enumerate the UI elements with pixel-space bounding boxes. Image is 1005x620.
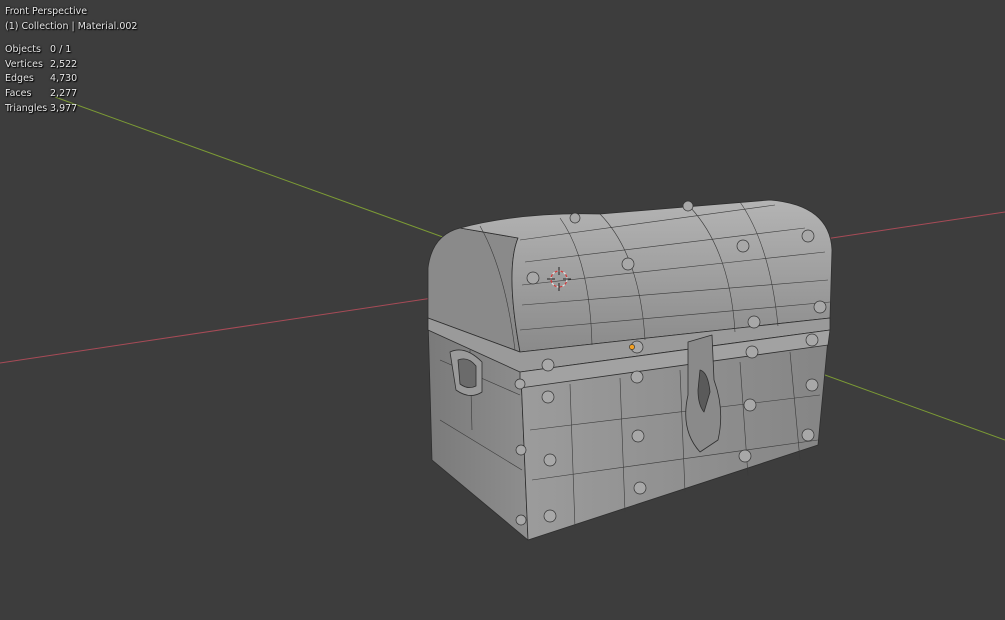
rivet xyxy=(813,300,827,314)
rivet xyxy=(526,271,540,285)
stat-label: Edges xyxy=(5,73,34,85)
stat-label: Vertices xyxy=(5,58,43,70)
stat-value: 2,277 xyxy=(50,87,78,99)
rivet xyxy=(801,428,815,442)
rivet xyxy=(631,429,645,443)
stat-objects: Objects 0 / 1 xyxy=(5,43,137,58)
rivet xyxy=(745,345,759,359)
stat-label: Faces xyxy=(5,87,32,99)
stat-faces: Faces 2,277 xyxy=(5,87,137,102)
stat-edges: Edges 4,730 xyxy=(5,72,137,87)
rivet xyxy=(630,370,644,384)
side-handle-inner xyxy=(457,358,477,388)
stat-label: Triangles xyxy=(5,102,48,114)
stat-value: 4,730 xyxy=(50,73,78,85)
rivet xyxy=(805,378,819,392)
rivet xyxy=(541,358,555,372)
rivet xyxy=(682,200,694,212)
stat-label: Objects xyxy=(5,44,41,56)
rivet xyxy=(569,212,581,224)
rivet xyxy=(514,378,526,390)
stat-value: 3,977 xyxy=(50,102,78,114)
rivet xyxy=(621,257,635,271)
collection-label: (1) Collection | Material.002 xyxy=(5,20,138,32)
view-label: Front Perspective xyxy=(5,6,88,17)
rivet xyxy=(543,453,557,467)
object-origin-icon[interactable] xyxy=(629,344,635,350)
stat-triangles: Triangles 3,977 xyxy=(5,102,137,117)
rivet xyxy=(738,449,752,463)
viewport-info-overlay: Front Perspective (1) Collection | Mater… xyxy=(5,5,137,116)
rivet xyxy=(543,509,557,523)
rivet xyxy=(805,333,819,347)
rivet xyxy=(747,315,761,329)
3d-viewport[interactable] xyxy=(0,0,1005,620)
rivet xyxy=(515,444,527,456)
rivet xyxy=(515,514,527,526)
stat-value: 0 / 1 xyxy=(50,44,72,56)
rivet xyxy=(541,390,555,404)
rivet xyxy=(633,481,647,495)
rivet xyxy=(801,229,815,243)
rivet xyxy=(736,239,750,253)
stat-value: 2,522 xyxy=(50,58,78,70)
rivet xyxy=(743,398,757,412)
stat-vertices: Vertices 2,522 xyxy=(5,58,137,73)
